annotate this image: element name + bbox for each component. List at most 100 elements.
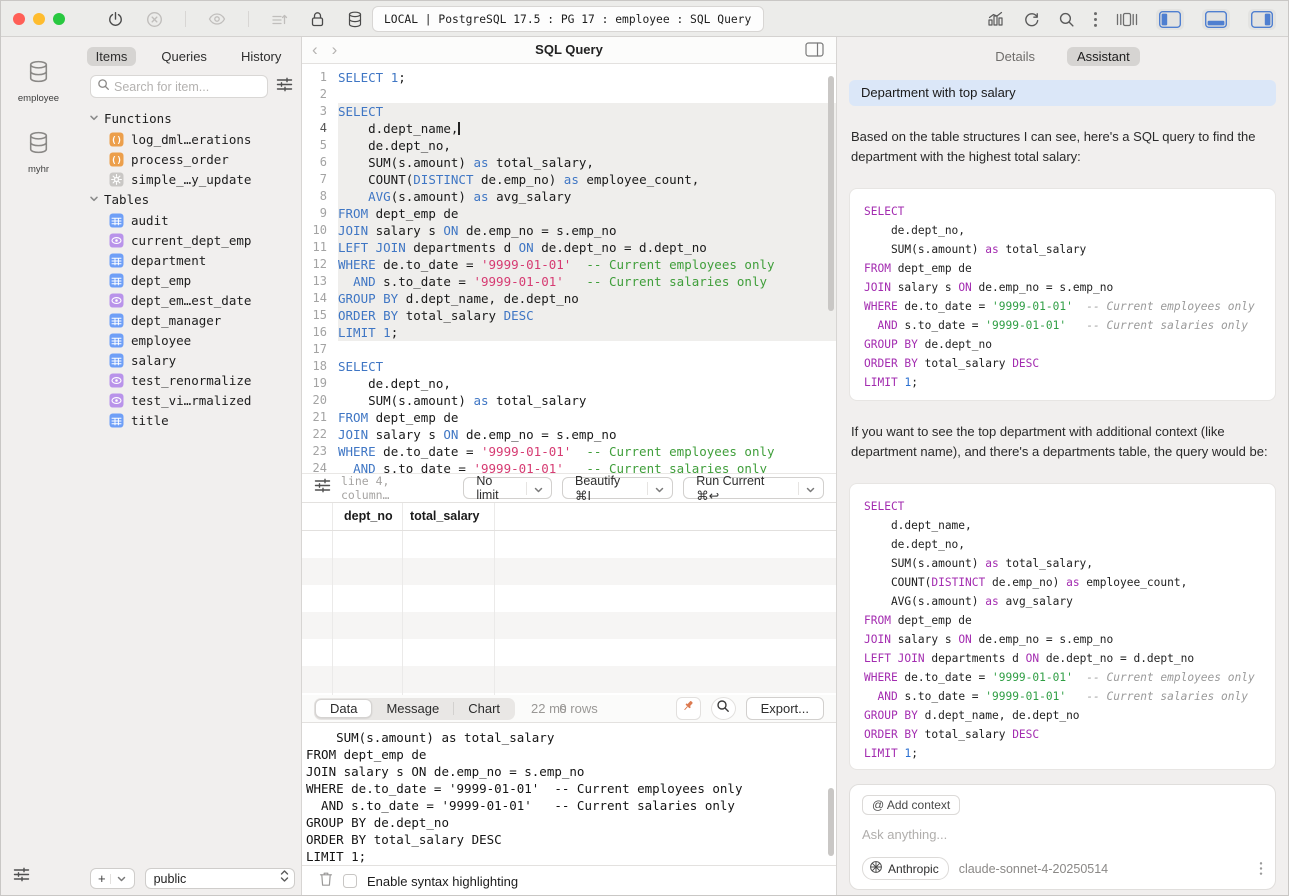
close-window-button[interactable] bbox=[13, 13, 25, 25]
disconnect-icon[interactable] bbox=[146, 11, 163, 28]
table-icon bbox=[109, 413, 124, 428]
more-menu-icon[interactable] bbox=[1093, 11, 1098, 28]
svg-text:(): () bbox=[111, 155, 122, 165]
trash-icon[interactable] bbox=[319, 871, 333, 892]
table-row[interactable] bbox=[302, 639, 836, 666]
run-current-button[interactable]: Run Current ⌘↩ bbox=[683, 477, 824, 499]
toggle-bottom-panel-button[interactable] bbox=[1202, 9, 1230, 30]
sidebar-item-audit[interactable]: audit bbox=[76, 210, 301, 230]
table-row[interactable] bbox=[302, 666, 836, 693]
tree-group-tables[interactable]: Tables bbox=[76, 189, 301, 210]
layout-center-icon[interactable] bbox=[1116, 11, 1138, 28]
pin-button[interactable] bbox=[676, 697, 701, 720]
editor-scrollbar[interactable] bbox=[828, 76, 834, 311]
add-context-button[interactable]: @ Add context bbox=[862, 795, 960, 815]
structure-icon[interactable] bbox=[271, 12, 288, 27]
assistant-code-block-2: SELECT d.dept_name, de.dept_no, SUM(s.am… bbox=[849, 483, 1276, 770]
sidebar-item-salary[interactable]: salary bbox=[76, 350, 301, 370]
rail-settings-icon[interactable] bbox=[13, 867, 30, 887]
code-line: de.dept_no, bbox=[864, 221, 1261, 240]
sidebar-item-test-vi-rmalized[interactable]: test_vi…rmalized bbox=[76, 390, 301, 410]
sidebar-item-department[interactable]: department bbox=[76, 250, 301, 270]
connection-icon[interactable] bbox=[107, 11, 124, 28]
sidebar-item-dept-emp[interactable]: dept_emp bbox=[76, 270, 301, 290]
message-scrollbar[interactable] bbox=[828, 788, 834, 856]
composer-menu-icon[interactable] bbox=[1259, 861, 1263, 876]
code-line: 2 bbox=[302, 86, 836, 103]
code-line: FROM dept_emp de bbox=[864, 611, 1261, 630]
table-row[interactable] bbox=[302, 585, 836, 612]
assistant-tabs: Details Assistant bbox=[837, 37, 1288, 68]
sidebar-item-dept-em-est-date[interactable]: dept_em…est_date bbox=[76, 290, 301, 310]
sidebar-item-simple-y-update[interactable]: simple_…y_update bbox=[76, 169, 301, 189]
minimize-window-button[interactable] bbox=[33, 13, 45, 25]
item-label: salary bbox=[131, 353, 176, 368]
connection-employee[interactable]: employee bbox=[18, 59, 59, 104]
search-input[interactable] bbox=[114, 80, 261, 94]
code-line: COUNT(DISTINCT de.emp_no) as employee_co… bbox=[864, 573, 1261, 592]
sidebar-item-dept-manager[interactable]: dept_manager bbox=[76, 310, 301, 330]
provider-select[interactable]: Anthropic bbox=[862, 857, 949, 880]
export-button[interactable]: Export... bbox=[746, 697, 824, 720]
search-results-button[interactable] bbox=[711, 697, 736, 720]
editor-settings-icon[interactable] bbox=[314, 478, 331, 498]
syntax-highlighting-checkbox[interactable] bbox=[343, 874, 357, 888]
schema-select[interactable]: public bbox=[145, 868, 295, 889]
code-line: 9FROM dept_emp de bbox=[302, 205, 836, 222]
split-panel-icon[interactable] bbox=[805, 42, 836, 57]
sidebar-tree: Functions()log_dml…erations()process_ord… bbox=[76, 108, 301, 865]
table-row[interactable] bbox=[302, 693, 836, 695]
search-icon bbox=[97, 78, 110, 96]
column-header-total-salary[interactable]: total_salary bbox=[410, 509, 479, 523]
sidebar-item-log-dml-erations[interactable]: ()log_dml…erations bbox=[76, 129, 301, 149]
sidebar-item-current-dept-emp[interactable]: current_dept_emp bbox=[76, 230, 301, 250]
limit-button[interactable]: No limit bbox=[463, 477, 552, 499]
tab-data[interactable]: Data bbox=[315, 699, 372, 718]
message-output-panel[interactable]: SUM(s.amount) as total_salaryFROM dept_e… bbox=[302, 723, 836, 865]
code-line: 6 SUM(s.amount) as total_salary, bbox=[302, 154, 836, 171]
code-line: ORDER BY total_salary DESC bbox=[864, 354, 1261, 373]
tab-items[interactable]: Items bbox=[87, 47, 137, 66]
filter-sliders-icon[interactable] bbox=[276, 77, 293, 97]
sql-editor[interactable]: 1SELECT 1;23SELECT4 d.dept_name,5 de.dep… bbox=[302, 64, 836, 474]
table-row[interactable] bbox=[302, 531, 836, 558]
tab-assistant[interactable]: Assistant bbox=[1067, 47, 1140, 66]
toggle-right-panel-button[interactable] bbox=[1248, 9, 1276, 30]
preview-eye-icon[interactable] bbox=[208, 12, 226, 26]
toggle-left-panel-button[interactable] bbox=[1156, 9, 1184, 30]
code-line: FROM dept_emp de bbox=[864, 259, 1261, 278]
lock-icon[interactable] bbox=[310, 11, 325, 27]
tree-group-functions[interactable]: Functions bbox=[76, 108, 301, 129]
code-line: 10JOIN salary s ON de.emp_no = s.emp_no bbox=[302, 222, 836, 239]
sidebar-item-process-order[interactable]: ()process_order bbox=[76, 149, 301, 169]
table-row[interactable] bbox=[302, 558, 836, 585]
connection-title[interactable]: LOCAL | PostgreSQL 17.5 : PG 17 : employ… bbox=[372, 6, 764, 32]
code-line: 11LEFT JOIN departments d ON de.dept_no … bbox=[302, 239, 836, 256]
database-icon[interactable] bbox=[347, 11, 363, 28]
item-label: test_renormalize bbox=[131, 373, 251, 388]
tab-message[interactable]: Message bbox=[372, 700, 453, 717]
sidebar-item-title[interactable]: title bbox=[76, 410, 301, 430]
ask-anything-input[interactable] bbox=[862, 827, 1263, 842]
results-grid[interactable]: dept_no total_salary bbox=[302, 503, 836, 695]
zoom-window-button[interactable] bbox=[53, 13, 65, 25]
search-icon[interactable] bbox=[1058, 11, 1075, 28]
tab-queries[interactable]: Queries bbox=[152, 47, 216, 66]
item-label: dept_emp bbox=[131, 273, 191, 288]
tab-details[interactable]: Details bbox=[985, 47, 1045, 66]
sidebar-item-test-renormalize[interactable]: test_renormalize bbox=[76, 370, 301, 390]
function-icon: () bbox=[109, 132, 124, 147]
refresh-icon[interactable] bbox=[1023, 11, 1040, 28]
sidebar-item-employee[interactable]: employee bbox=[76, 330, 301, 350]
connection-myhr[interactable]: myhr bbox=[26, 130, 51, 175]
add-item-button[interactable]: + bbox=[90, 868, 135, 889]
chart-icon[interactable] bbox=[987, 11, 1005, 27]
connection-label: myhr bbox=[28, 164, 49, 175]
sidebar-search[interactable] bbox=[90, 75, 268, 98]
output-toolbar: Data Message Chart 22 ms 0 rows Export..… bbox=[302, 695, 836, 723]
column-header-dept-no[interactable]: dept_no bbox=[344, 509, 393, 523]
tab-history[interactable]: History bbox=[232, 47, 290, 66]
tab-chart[interactable]: Chart bbox=[454, 700, 514, 717]
table-row[interactable] bbox=[302, 612, 836, 639]
beautify-button[interactable]: Beautify ⌘I bbox=[562, 477, 673, 499]
